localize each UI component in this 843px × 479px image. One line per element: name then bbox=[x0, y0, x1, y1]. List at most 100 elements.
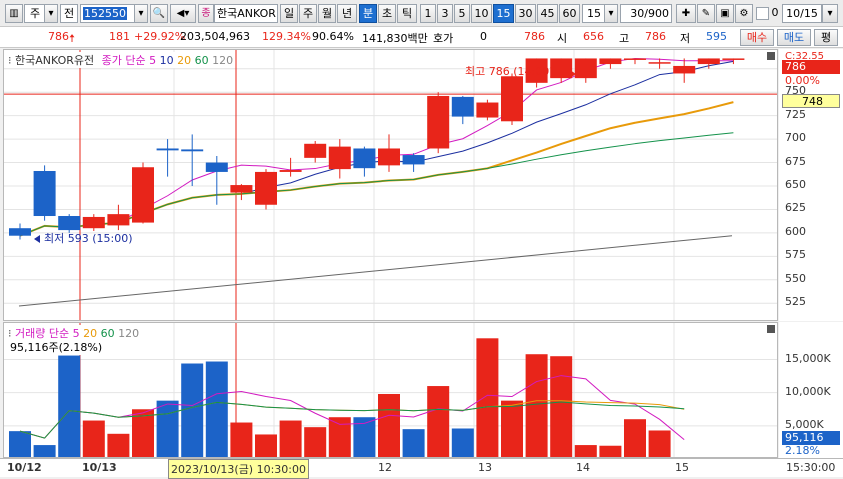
x-label-13: 13 bbox=[478, 461, 492, 474]
volume-bar bbox=[476, 338, 498, 458]
minute-5-button[interactable]: 5 bbox=[454, 4, 470, 23]
trade-amount: 141,830백만 bbox=[362, 30, 428, 46]
price-panel-title: 한국ANKOR유전 bbox=[15, 54, 94, 67]
minute-3-button[interactable]: 3 bbox=[437, 4, 453, 23]
minute-1-button[interactable]: 1 bbox=[420, 4, 436, 23]
volume-tick: 15,000K bbox=[785, 352, 831, 365]
volume-bar bbox=[575, 445, 597, 458]
open-label: 시 bbox=[557, 30, 567, 46]
candle-body bbox=[255, 172, 277, 205]
vol-ma20-line bbox=[20, 401, 684, 438]
minute-10-button[interactable]: 10 bbox=[471, 4, 492, 23]
period-month-button[interactable]: 월 bbox=[318, 4, 336, 23]
average-button[interactable]: 평 bbox=[814, 29, 838, 46]
period-tick-button[interactable]: 틱 bbox=[397, 4, 417, 23]
volume-panel[interactable]: ⁝ 거래량 단순 5 20 60 120 95,116주(2.18%) bbox=[3, 322, 778, 458]
candle-body bbox=[599, 58, 621, 64]
toolbar: ▥ 주 ▾ 전 152550 ▾ 🔍 ◀▾ 종 한국ANKOR 일 주 월 년 … bbox=[0, 0, 843, 27]
sound-icon[interactable]: ◀▾ bbox=[170, 4, 196, 23]
x-label-1012: 10/12 bbox=[7, 461, 42, 474]
change-percent: +29.92% bbox=[134, 30, 185, 43]
high-label: 고 bbox=[619, 30, 629, 46]
crosshair-price-box: 748 bbox=[782, 94, 840, 108]
buy-button[interactable]: 매수 bbox=[740, 29, 774, 46]
minute-15-button[interactable]: 15 bbox=[493, 4, 514, 23]
current-volume-percent: 2.18% bbox=[785, 444, 820, 457]
interval-dropdown-icon[interactable]: ▾ bbox=[604, 4, 618, 23]
stock-code: 152550 bbox=[83, 7, 127, 20]
name-tag: 종 bbox=[198, 4, 214, 23]
price-tick: 600 bbox=[785, 225, 806, 238]
price-panel[interactable]: ⁝ 한국ANKOR유전 종가 단순 5 10 20 60 120 최고 786 … bbox=[3, 49, 778, 321]
minute-45-button[interactable]: 45 bbox=[537, 4, 558, 23]
panel-close-icon[interactable] bbox=[767, 52, 775, 60]
candle-body bbox=[58, 216, 80, 230]
axis-time-label: 15:30:00 bbox=[786, 461, 835, 474]
market-select[interactable]: 주 bbox=[24, 4, 46, 23]
candle-body bbox=[34, 171, 56, 216]
volume-axis: 15,000K10,000K5,000K 95,116 2.18% bbox=[779, 322, 843, 458]
period-second-button[interactable]: 초 bbox=[378, 4, 396, 23]
candle-body bbox=[649, 62, 671, 64]
volume-bar bbox=[83, 421, 105, 458]
sell-button[interactable]: 매도 bbox=[777, 29, 811, 46]
date-dropdown-icon[interactable]: ▾ bbox=[822, 4, 838, 23]
up-arrow-icon: 🠅 bbox=[69, 30, 75, 49]
volume-chart[interactable] bbox=[4, 323, 778, 458]
price-tick: 725 bbox=[785, 108, 806, 121]
search-icon[interactable]: 🔍 bbox=[150, 4, 168, 23]
volume-bar bbox=[157, 401, 179, 458]
image-icon[interactable]: ▣ bbox=[716, 4, 734, 23]
volume-close-icon[interactable] bbox=[767, 325, 775, 333]
minute-30-button[interactable]: 30 bbox=[515, 4, 536, 23]
candle-body bbox=[673, 66, 695, 74]
period-week-button[interactable]: 주 bbox=[299, 4, 317, 23]
volume-ratio: 129.34% bbox=[262, 30, 311, 43]
candle-body bbox=[157, 148, 179, 150]
candle-body bbox=[83, 217, 105, 228]
candle-body bbox=[353, 148, 375, 168]
price-chart[interactable] bbox=[4, 50, 778, 321]
volume-bar bbox=[255, 434, 277, 458]
option-checkbox-label: 0 bbox=[770, 4, 780, 23]
min-arrow bbox=[34, 235, 40, 243]
volume-bar bbox=[599, 446, 621, 458]
price-tick: 525 bbox=[785, 295, 806, 308]
candle-body bbox=[181, 149, 203, 151]
period-minute-button[interactable]: 분 bbox=[359, 4, 377, 23]
candle-body bbox=[722, 58, 744, 60]
current-price-box: 786 bbox=[782, 60, 840, 74]
low-label: 저 bbox=[680, 30, 690, 46]
code-dropdown-icon[interactable]: ▾ bbox=[134, 4, 148, 23]
period-day-button[interactable]: 일 bbox=[280, 4, 298, 23]
min-price-label: 최저 593 (15:00) bbox=[44, 230, 133, 246]
minute-60-button[interactable]: 60 bbox=[559, 4, 580, 23]
candle-body bbox=[107, 214, 129, 225]
price-tick: 625 bbox=[785, 201, 806, 214]
chart-menu-icon[interactable]: ▥ bbox=[5, 4, 23, 23]
legend-ma120: 120 bbox=[212, 54, 233, 67]
legend-ma5: 5 bbox=[149, 54, 156, 67]
legend-menu-icon[interactable]: ⁝ bbox=[8, 54, 12, 67]
candle-body bbox=[304, 144, 326, 158]
volume-tick: 5,000K bbox=[785, 418, 824, 431]
last-volume: 95,116주(2.18%) bbox=[10, 339, 102, 355]
volume-bar bbox=[501, 401, 523, 458]
add-indicator-icon[interactable]: ✚ bbox=[676, 4, 696, 23]
x-label-14: 14 bbox=[576, 461, 590, 474]
period-year-button[interactable]: 년 bbox=[337, 4, 357, 23]
candle-body bbox=[230, 185, 252, 193]
settings-icon[interactable]: ⚙ bbox=[735, 4, 753, 23]
date-field[interactable]: 10/15 bbox=[782, 4, 822, 23]
market-dropdown-icon[interactable]: ▾ bbox=[44, 4, 58, 23]
option-checkbox[interactable] bbox=[756, 7, 769, 20]
period-select[interactable]: 전 bbox=[60, 4, 78, 23]
stock-code-input[interactable]: 152550 bbox=[80, 4, 136, 23]
ma120-line bbox=[19, 236, 732, 306]
price-axis: C:32.55 77575072570067565062560057555052… bbox=[779, 49, 843, 321]
interval-select[interactable]: 15 bbox=[582, 4, 606, 23]
current-price-percent: 0.00% bbox=[785, 74, 820, 87]
volume-bar bbox=[649, 430, 671, 458]
count-field[interactable]: 30/900 bbox=[620, 4, 672, 23]
line-tool-icon[interactable]: ✎ bbox=[697, 4, 715, 23]
